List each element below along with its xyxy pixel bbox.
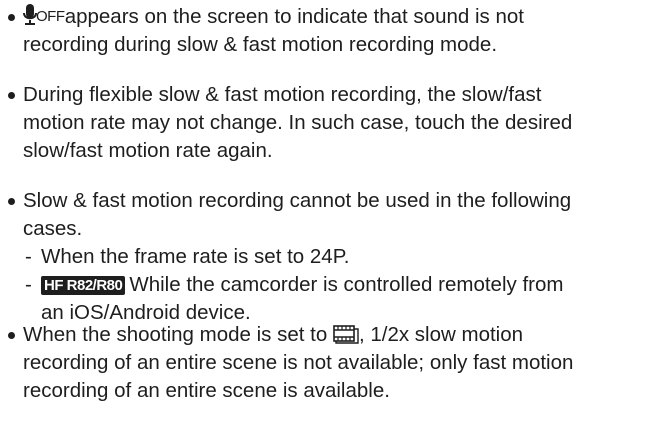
bullet-dot	[8, 332, 15, 339]
text-line: Slow & fast motion recording cannot be u…	[23, 189, 572, 212]
text-line: OFF appears on the screen to indicate th…	[23, 3, 653, 31]
list-item-text: Slow & fast motion recording cannot be u…	[23, 187, 653, 327]
bullet-dot	[8, 198, 15, 205]
sub-item-text: When the frame rate is set to 24P.	[41, 245, 350, 268]
text-line: During flexible slow & fast motion recor…	[23, 83, 542, 106]
text-line: When the shooting mode is set to , 1/2x …	[23, 321, 653, 349]
sub-list-item: - When the frame rate is set to 24P.	[23, 243, 653, 271]
text-segment: , 1/2x slow motion	[358, 323, 524, 346]
text-line: recording during slow & fast motion reco…	[23, 33, 498, 56]
text-line: recording of an entire scene is not avai…	[23, 351, 574, 374]
list-item-text: During flexible slow & fast motion recor…	[23, 81, 653, 165]
mic-off-icon: OFF	[23, 3, 65, 27]
bullet-dot	[8, 14, 15, 21]
text-line: cases.	[23, 217, 83, 240]
text-segment: appears on the screen to indicate that s…	[64, 5, 524, 28]
text-line: motion rate may not change. In such case…	[23, 111, 573, 134]
dash-marker: -	[25, 245, 32, 268]
manual-page: OFF appears on the screen to indicate th…	[0, 0, 656, 423]
text-segment: When the shooting mode is set to	[23, 323, 328, 346]
dash-marker: -	[25, 273, 32, 296]
mic-off-label: OFF	[36, 8, 65, 25]
model-badge: HF R82/R80	[41, 276, 126, 295]
sub-item-text: While the camcorder is controlled remote…	[129, 273, 564, 296]
list-item-text: When the shooting mode is set to , 1/2x …	[23, 321, 653, 405]
list-item-text: OFF appears on the screen to indicate th…	[23, 3, 653, 59]
bullet-dot	[8, 92, 15, 99]
text-line: recording of an entire scene is availabl…	[23, 379, 390, 402]
text-line: slow/fast motion rate again.	[23, 139, 273, 162]
movie-mode-icon	[333, 324, 359, 344]
sub-list-item: - HF R82/R80 While the camcorder is contro…	[23, 271, 653, 299]
